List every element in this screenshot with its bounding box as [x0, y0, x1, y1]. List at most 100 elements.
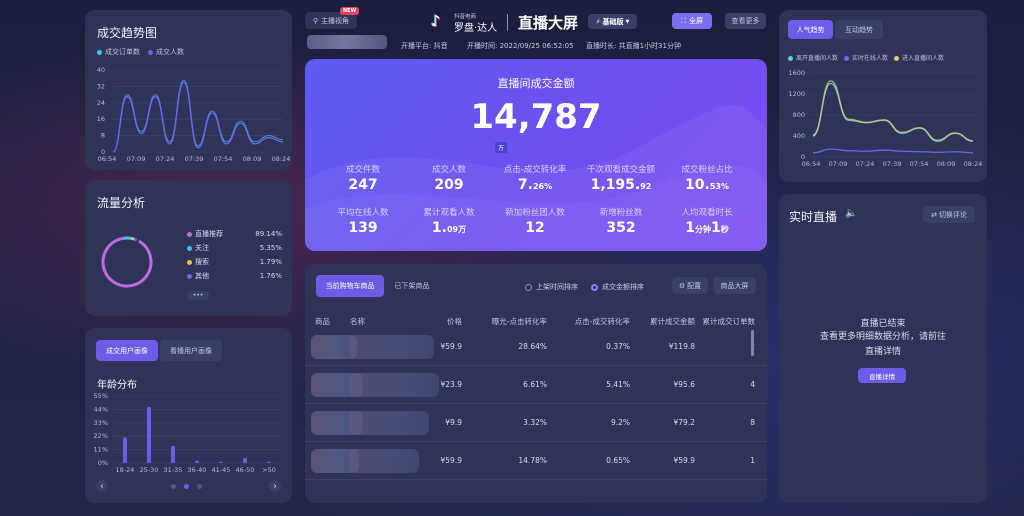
- table-cell: 0.65%: [606, 456, 630, 465]
- table-cell: ¥9.9: [445, 418, 462, 427]
- kpi-label: 成交粉丝占比: [681, 165, 733, 175]
- popularity-x-tick: 08:24: [964, 160, 983, 168]
- donut-slice: [101, 236, 153, 288]
- age-next-button[interactable]: ›: [269, 480, 281, 492]
- traffic-legend-item: 关注 5.35%: [187, 241, 282, 255]
- tab-buyer-portrait[interactable]: 成交用户画像: [96, 340, 158, 361]
- age-x-tick: 18-24: [116, 466, 135, 474]
- product-table: 商品 名称 价格 曝光-点击转化率 点击-成交转化率 累计成交金额 累计成交订单数 ¥59.9…: [305, 264, 767, 503]
- tab-popularity[interactable]: 人气趋势: [788, 20, 833, 39]
- table-row[interactable]: ¥59.928.64%0.37%¥119.82: [305, 328, 767, 366]
- age-bar: [195, 460, 199, 463]
- table-cell: ¥79.2: [673, 418, 695, 427]
- trend-x-tick: 08:09: [243, 155, 262, 163]
- table-cell: 0.37%: [606, 342, 630, 351]
- account-name-blurred: [307, 35, 387, 49]
- table-cell: 28.64%: [518, 342, 547, 351]
- popularity-y-tick: 1200: [788, 90, 805, 98]
- table-header: 名称: [350, 317, 365, 326]
- traffic-legend-item: 搜索 1.79%: [187, 255, 282, 269]
- traffic-legend-value: 1.76%: [259, 272, 282, 280]
- version-select[interactable]: ⚡ 基础版 ▼: [588, 14, 637, 29]
- table-scrollbar[interactable]: [751, 330, 754, 356]
- table-header: 价格: [447, 317, 462, 326]
- portrait-panel: 成交用户画像 看播用户画像 年龄分布 55% 44% 33% 22% 11% 0% 18-2…: [85, 328, 292, 503]
- trend-y-tick: 32: [97, 82, 105, 90]
- tab-viewer-portrait[interactable]: 看播用户画像: [160, 340, 222, 361]
- table-header: 累计成交订单数: [702, 317, 756, 326]
- table-cell: ¥23.9: [440, 380, 462, 389]
- table-row[interactable]: ¥23.9 6.61% 5.41% ¥95.6 4: [305, 366, 767, 404]
- traffic-legend-item: 其他 1.76%: [187, 269, 282, 283]
- trend-panel: 成交趋势图 成交订单数 成交人数 40 32 24 16 8 0 06:54 07:09 07:…: [85, 10, 292, 170]
- age-chart: 55% 44% 33% 22% 11% 0% 18-24 25-30 31-35 36-40 41-…: [94, 392, 281, 474]
- popularity-y-tick: 400: [793, 132, 805, 140]
- popularity-x-tick: 08:09: [937, 160, 956, 168]
- age-x-tick: >50: [262, 466, 276, 474]
- age-x-tick: 46-50: [236, 466, 255, 474]
- age-y-tick: 0%: [98, 459, 108, 467]
- product-name-blurred: [349, 335, 434, 359]
- donut-slice: [101, 236, 153, 288]
- trend-title: 成交趋势图: [97, 26, 158, 40]
- lightning-icon: ⚡: [595, 17, 601, 26]
- age-bar: [171, 445, 175, 463]
- age-bar: [123, 437, 127, 463]
- table-cell: ¥59.9: [440, 342, 462, 351]
- trend-line-orders: [112, 79, 284, 153]
- fullscreen-label: 全屏: [688, 17, 703, 25]
- tiktok-icon: ♪: [431, 12, 441, 30]
- popularity-y-tick: 800: [793, 111, 805, 119]
- popularity-x-tick: 06:54: [802, 160, 821, 168]
- trend-x-tick: 06:54: [98, 155, 117, 163]
- table-cell: 4: [750, 380, 755, 389]
- age-bar: [267, 461, 271, 463]
- carousel-dot[interactable]: [184, 484, 189, 489]
- age-x-tick: 31-35: [164, 466, 183, 474]
- age-x-tick: 25-30: [140, 466, 159, 474]
- traffic-more-button[interactable]: •••: [187, 291, 209, 300]
- fullscreen-icon: ⛶: [681, 16, 686, 25]
- traffic-legend-value: 5.35%: [259, 244, 282, 252]
- switch-comments-button[interactable]: ⇄ 切换评论: [923, 206, 975, 223]
- anchor-view-label: 主播视角: [321, 16, 350, 25]
- new-badge: NEW: [340, 7, 360, 15]
- legend-people: 成交人数: [148, 47, 184, 57]
- carousel-dots: [171, 484, 202, 489]
- more-button[interactable]: 查看更多: [725, 13, 766, 29]
- chevron-down-icon: ▼: [625, 18, 630, 25]
- age-prev-button[interactable]: ‹: [96, 480, 108, 492]
- traffic-legend: 直播推荐 89.14% 关注 5.35% 搜索 1.79% 其他 1.76%: [187, 227, 282, 283]
- table-row[interactable]: ¥59.9 14.78% 0.65% ¥59.9 1: [305, 442, 767, 480]
- traffic-legend-value: 89.14%: [255, 230, 282, 238]
- anchor-icon: ⚲: [312, 16, 319, 25]
- traffic-legend-label: 搜索: [187, 257, 209, 267]
- trend-y-tick: 8: [101, 132, 105, 140]
- gmv-value: 14,787: [470, 97, 602, 137]
- legend-leave: 离开直播间人数: [788, 53, 838, 62]
- carousel-dot[interactable]: [197, 484, 202, 489]
- age-y-tick: 44%: [94, 405, 108, 413]
- table-cell: 8: [750, 418, 755, 427]
- age-y-tick: 55%: [94, 392, 108, 400]
- duration-text: 直播时长: 共直播1小时31分钟: [586, 42, 681, 50]
- carousel-dot[interactable]: [171, 484, 176, 489]
- fullscreen-button[interactable]: ⛶ 全屏: [672, 13, 712, 29]
- popularity-x-tick: 07:09: [829, 160, 848, 168]
- tab-interaction[interactable]: 互动趋势: [835, 20, 883, 39]
- live-detail-button[interactable]: 直播详情: [858, 368, 906, 383]
- page-title: 直播大屏: [518, 14, 579, 32]
- trend-x-tick: 07:54: [214, 155, 233, 163]
- table-cell: 5.41%: [606, 380, 630, 389]
- product-name-blurred: [349, 373, 439, 397]
- popularity-panel: 人气趋势 互动趋势 离开直播间人数 实时在线人数 进入直播间人数 1600 120…: [779, 10, 987, 182]
- table-cell: ¥59.9: [673, 456, 695, 465]
- table-cell: 1: [750, 456, 755, 465]
- donut-slice: [101, 236, 153, 288]
- trend-x-tick: 07:39: [185, 155, 204, 163]
- switch-comments-label: 切换评论: [938, 210, 967, 219]
- gmv-label: 直播间成交金额: [497, 77, 575, 90]
- table-header: 曝光-点击转化率: [491, 317, 547, 326]
- table-row[interactable]: ¥9.9 3.32% 9.2% ¥79.2 8: [305, 404, 767, 442]
- start-time-text: 开播时间: 2022/09/25 06:52:05: [467, 42, 574, 50]
